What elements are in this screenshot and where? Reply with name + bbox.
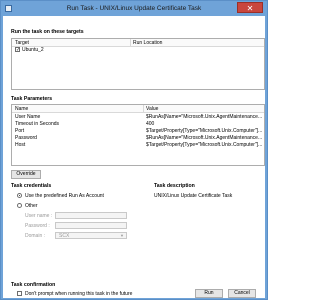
domain-select[interactable]: SCX ▼ xyxy=(55,232,127,239)
title-bar[interactable]: Run Task - UNIX/Linux Update Certificate… xyxy=(1,1,267,16)
column-divider[interactable] xyxy=(143,105,144,112)
param-name: Host xyxy=(15,142,26,148)
window-title: Run Task - UNIX/Linux Update Certificate… xyxy=(66,5,202,12)
param-value: $RunAs[Name="Microsoft.Unix.AgentMainten… xyxy=(146,114,263,120)
param-value: $Target/Property[Type="Microsoft.Unix.Co… xyxy=(146,128,263,134)
param-value: $RunAs[Name="Microsoft.Unix.AgentMainten… xyxy=(146,135,263,141)
parameters-table: Name Value User Name $RunAs[Name="Micros… xyxy=(11,104,265,166)
credentials-heading: Task credentials xyxy=(11,183,52,189)
confirmation-heading: Task confirmation xyxy=(11,282,56,288)
targets-table: Target Run Location ✓ Ubuntu_2 xyxy=(11,38,265,90)
table-row[interactable]: ✓ Ubuntu_2 xyxy=(12,47,264,53)
password-label: Password : xyxy=(25,223,50,229)
param-name: Password xyxy=(15,135,37,141)
column-header-value[interactable]: Value xyxy=(146,106,158,112)
other-account-label[interactable]: Other xyxy=(25,203,38,209)
table-row[interactable]: Timeout in Seconds 400 xyxy=(12,121,264,127)
close-button[interactable]: ✕ xyxy=(237,2,263,13)
table-row[interactable]: Port $Target/Property[Type="Microsoft.Un… xyxy=(12,128,264,134)
param-name: Timeout in Seconds xyxy=(15,121,60,127)
target-name: Ubuntu_2 xyxy=(22,47,44,53)
password-field[interactable] xyxy=(55,222,127,229)
dont-prompt-checkbox[interactable] xyxy=(17,291,22,296)
table-row[interactable]: Host $Target/Property[Type="Microsoft.Un… xyxy=(12,142,264,148)
column-header-run-location[interactable]: Run Location xyxy=(133,40,162,46)
run-task-window: Run Task - UNIX/Linux Update Certificate… xyxy=(0,0,268,300)
parameters-heading: Task Parameters xyxy=(11,96,53,102)
domain-label: Domain : xyxy=(25,233,46,239)
run-button[interactable]: Run xyxy=(195,289,223,298)
domain-value: SCX xyxy=(59,233,70,239)
column-divider[interactable] xyxy=(130,39,131,46)
cancel-button[interactable]: Cancel xyxy=(228,289,256,298)
param-value: $Target/Property[Type="Microsoft.Unix.Co… xyxy=(146,142,263,148)
column-header-name[interactable]: Name xyxy=(15,106,28,112)
param-name: Port xyxy=(15,128,25,134)
column-header-target[interactable]: Target xyxy=(15,40,29,46)
dialog-body: Run the task on these targets Target Run… xyxy=(3,16,265,298)
parameters-table-header: Name Value xyxy=(12,105,264,113)
username-label: User name : xyxy=(25,213,53,219)
dont-prompt-label[interactable]: Don't prompt when running this task in t… xyxy=(25,291,132,297)
table-row[interactable]: Password $RunAs[Name="Microsoft.Unix.Age… xyxy=(12,135,264,141)
targets-heading: Run the task on these targets xyxy=(11,29,84,35)
username-field[interactable] xyxy=(55,212,127,219)
task-description: UNIX/Linux Update Certificate Task xyxy=(154,193,233,199)
description-heading: Task description xyxy=(154,183,195,189)
targets-table-header: Target Run Location xyxy=(12,39,264,47)
param-value: 400 xyxy=(146,121,155,127)
chevron-down-icon: ▼ xyxy=(120,233,124,238)
predefined-account-radio[interactable] xyxy=(17,193,22,198)
param-name: User Name xyxy=(15,114,41,120)
other-account-radio[interactable] xyxy=(17,203,22,208)
override-button[interactable]: Override xyxy=(11,170,41,179)
predefined-account-label[interactable]: Use the predefined Run As Account xyxy=(25,193,104,199)
table-row[interactable]: User Name $RunAs[Name="Microsoft.Unix.Ag… xyxy=(12,114,264,120)
target-checkbox[interactable]: ✓ xyxy=(15,47,20,53)
